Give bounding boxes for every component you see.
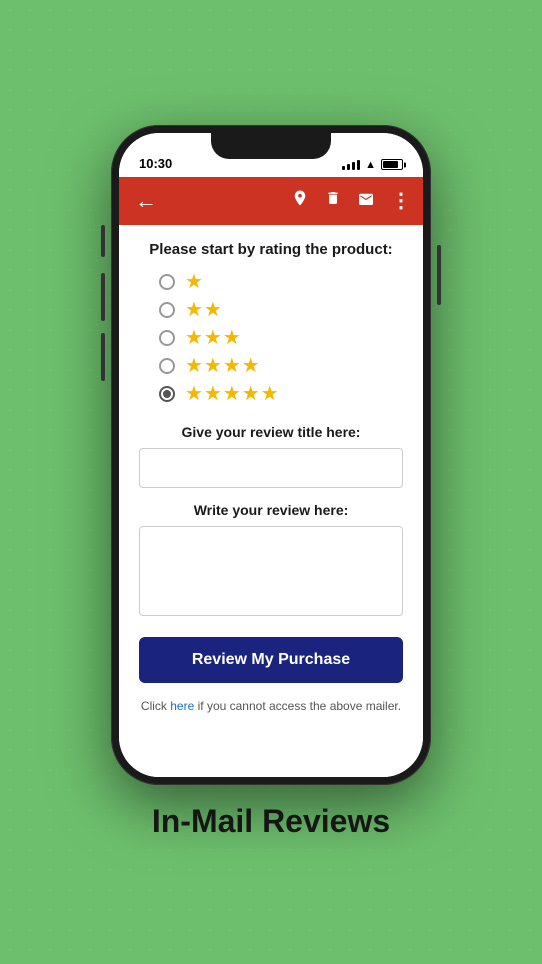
radio-2[interactable] — [159, 302, 175, 318]
rating-options: ★ ★★ ★★★ ★★★★ — [139, 272, 403, 404]
footer-text-after: if you cannot access the above mailer. — [194, 699, 401, 713]
status-bar: 10:30 ▲ — [119, 133, 423, 177]
wifi-icon: ▲ — [365, 159, 376, 171]
phone-frame: 10:30 ▲ ← — [111, 125, 431, 785]
radio-5[interactable] — [159, 386, 175, 402]
radio-dot-5 — [163, 390, 171, 398]
review-body-input[interactable] — [139, 526, 403, 616]
footer-text-before: Click — [141, 699, 170, 713]
download-icon[interactable] — [291, 189, 309, 212]
app-bar: ← ⋮ — [119, 177, 423, 225]
power-button — [437, 245, 441, 305]
rating-section-title: Please start by rating the product: — [139, 241, 403, 258]
stars-1: ★ — [185, 272, 204, 292]
notch — [211, 133, 331, 159]
status-icons: ▲ — [342, 159, 403, 171]
battery-icon — [381, 159, 403, 170]
rating-option-5[interactable]: ★★★★★ — [159, 384, 403, 404]
content-area: Please start by rating the product: ★ ★★ — [119, 225, 423, 777]
footer-link[interactable]: here — [170, 699, 194, 713]
signal-icon — [342, 160, 360, 170]
stars-3: ★★★ — [185, 328, 242, 348]
volume-up-button — [101, 273, 105, 321]
app-label: In-Mail Reviews — [152, 803, 390, 840]
app-bar-actions: ⋮ — [291, 188, 411, 213]
rating-option-1[interactable]: ★ — [159, 272, 403, 292]
radio-1[interactable] — [159, 274, 175, 290]
title-field-label: Give your review title here: — [139, 424, 403, 440]
radio-3[interactable] — [159, 330, 175, 346]
rating-option-4[interactable]: ★★★★ — [159, 356, 403, 376]
stars-5: ★★★★★ — [185, 384, 280, 404]
volume-down-button — [101, 333, 105, 381]
radio-4[interactable] — [159, 358, 175, 374]
delete-icon[interactable] — [325, 189, 341, 212]
stars-4: ★★★★ — [185, 356, 261, 376]
email-icon[interactable] — [357, 191, 375, 210]
review-title-input[interactable] — [139, 448, 403, 488]
rating-option-2[interactable]: ★★ — [159, 300, 403, 320]
phone-wrapper: 10:30 ▲ ← — [111, 125, 431, 840]
status-time: 10:30 — [139, 156, 172, 171]
footer-text: Click here if you cannot access the abov… — [139, 697, 403, 715]
review-my-purchase-button[interactable]: Review My Purchase — [139, 637, 403, 683]
phone-screen: 10:30 ▲ ← — [119, 133, 423, 777]
mute-button — [101, 225, 105, 257]
more-icon[interactable]: ⋮ — [391, 188, 411, 213]
review-field-label: Write your review here: — [139, 502, 403, 518]
rating-option-3[interactable]: ★★★ — [159, 328, 403, 348]
stars-2: ★★ — [185, 300, 223, 320]
back-button[interactable]: ← — [131, 184, 161, 218]
